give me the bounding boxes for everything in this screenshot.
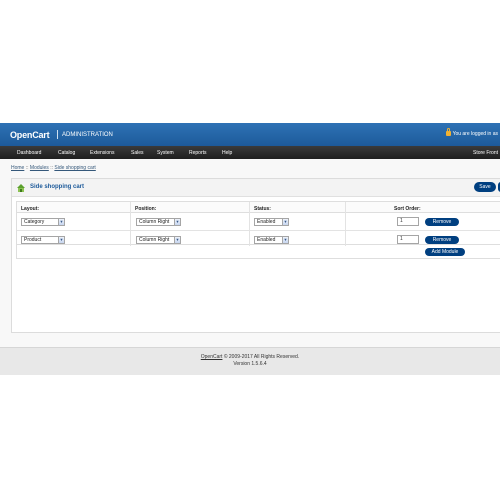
admin-label: ADMINISTRATION — [62, 132, 113, 138]
menu-extensions[interactable]: Extensions — [90, 150, 114, 156]
page-footer: OpenCart © 2009-2017 All Rights Reserved… — [0, 347, 500, 375]
col-position: Position: — [135, 206, 157, 212]
table-footer-row: Add Module — [16, 245, 500, 259]
menu-sales[interactable]: Sales — [131, 150, 144, 156]
copyright-text: © 2009-2017 All Rights Reserved. — [223, 354, 300, 360]
col-divider — [249, 202, 250, 246]
col-divider — [345, 202, 346, 246]
login-text: You are logged in as — [452, 131, 498, 137]
breadcrumb-modules[interactable]: Modules — [30, 165, 49, 171]
chevron-down-icon: ▼ — [58, 219, 64, 225]
module-icon — [17, 184, 25, 192]
layout-value: Category — [24, 219, 45, 225]
brand-logo[interactable]: OpenCart — [10, 130, 50, 140]
position-value: Column Right — [139, 237, 170, 243]
menu-dashboard[interactable]: Dashboard — [17, 150, 41, 156]
position-value: Column Right — [139, 219, 170, 225]
status-value: Enabled — [257, 237, 276, 243]
col-sort-order: Sort Order: — [394, 206, 421, 212]
version-text: Version 1.5.6.4 — [233, 361, 267, 367]
col-divider — [130, 202, 131, 246]
chevron-down-icon: ▼ — [58, 237, 64, 243]
chevron-down-icon: ▼ — [282, 219, 288, 225]
position-select[interactable]: Column Right ▼ — [136, 236, 181, 244]
admin-screen: OpenCart ADMINISTRATION You are logged i… — [0, 123, 500, 375]
page-title: Side shopping cart — [30, 184, 85, 190]
sort-order-input[interactable]: 1 — [397, 217, 419, 226]
login-status: You are logged in as — [445, 128, 498, 137]
sort-order-input[interactable]: 1 — [397, 235, 419, 244]
status-select[interactable]: Enabled ▼ — [254, 218, 289, 226]
col-layout: Layout: — [21, 206, 40, 212]
breadcrumb: Home :: Modules :: Side shopping cart — [11, 165, 96, 171]
lock-icon — [445, 128, 451, 136]
save-button[interactable]: Save — [474, 182, 496, 192]
remove-button[interactable]: Remove — [425, 218, 459, 226]
remove-button[interactable]: Remove — [425, 236, 459, 244]
add-module-button[interactable]: Add Module — [425, 248, 465, 256]
chevron-down-icon: ▼ — [282, 237, 288, 243]
menu-system[interactable]: System — [157, 150, 174, 156]
top-header: OpenCart ADMINISTRATION You are logged i… — [0, 123, 500, 146]
footer-brand-link[interactable]: OpenCart — [201, 354, 223, 360]
module-panel: Side shopping cart Save Layout: Position… — [11, 178, 500, 333]
status-select[interactable]: Enabled ▼ — [254, 236, 289, 244]
breadcrumb-current[interactable]: Side shopping cart — [54, 165, 95, 171]
chevron-down-icon: ▼ — [174, 237, 180, 243]
breadcrumb-home[interactable]: Home — [11, 165, 24, 171]
status-value: Enabled — [257, 219, 276, 225]
layout-select[interactable]: Product ▼ — [21, 236, 65, 244]
row-divider — [17, 230, 500, 231]
position-select[interactable]: Column Right ▼ — [136, 218, 181, 226]
logo-divider — [57, 130, 58, 139]
chevron-down-icon: ▼ — [174, 219, 180, 225]
menu-help[interactable]: Help — [222, 150, 232, 156]
main-menu: Dashboard Catalog Extensions Sales Syste… — [0, 146, 500, 159]
panel-heading: Side shopping cart Save — [12, 179, 500, 197]
col-status: Status: — [254, 206, 271, 212]
layout-select[interactable]: Category ▼ — [21, 218, 65, 226]
store-front-link[interactable]: Store Front — [473, 150, 498, 156]
menu-catalog[interactable]: Catalog — [58, 150, 75, 156]
menu-reports[interactable]: Reports — [189, 150, 207, 156]
module-table: Layout: Position: Status: Sort Order: Ca… — [16, 201, 500, 246]
layout-value: Product — [24, 237, 42, 243]
